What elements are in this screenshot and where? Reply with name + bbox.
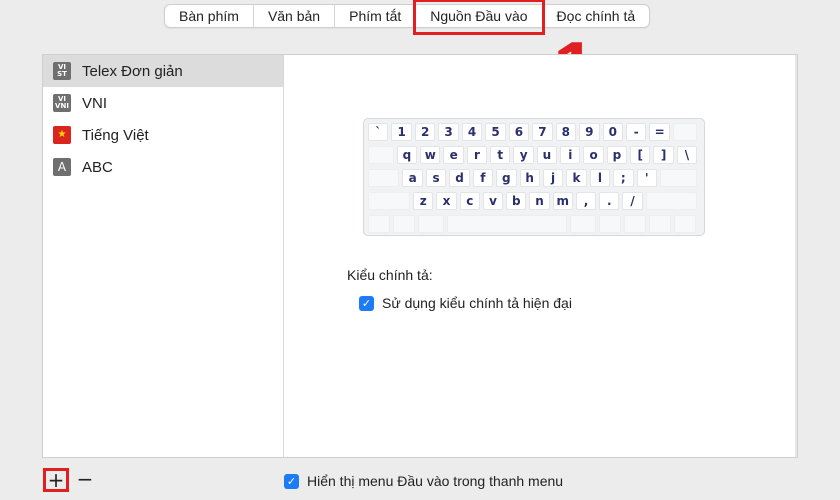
keyboard-modifier-key [368,215,390,233]
keyboard-key: w [420,146,441,164]
keyboard-key: p [606,146,628,164]
keyboard-modifier-key [447,215,567,233]
checkbox-checked-icon[interactable]: ✓ [284,473,299,489]
keyboard-key: x [436,192,457,210]
keyboard-row-2: q w e r t y u i o p[] \ [368,146,700,166]
keyboard-key: . [599,192,620,210]
tab-input-sources[interactable]: Nguồn Đầu vào [413,0,545,35]
keyboard-modifier-key [599,215,621,233]
keyboard-key: m [552,192,573,210]
keyboard-key: b [506,192,527,210]
keyboard-modifier-key [418,215,444,233]
keyboard-key: ] [653,146,674,164]
keyboard-key: 1 [391,123,412,141]
keyboard-key: k [566,169,587,187]
add-input-source-button[interactable]: + [43,468,69,492]
source-item-telex[interactable]: VI ST Telex Đơn giản [43,55,283,87]
keyboard-key: f [472,169,494,187]
keyboard-key: ; [613,169,634,187]
keyboard-key: g [496,169,517,187]
keyboard-layout-preview: ` 1 2 3 4 5 6 7 8 9 0- = q w e r t y u i o p[] \ a s d f g h j k l; ' … [363,118,705,236]
keyboard-key: ` [368,123,389,141]
vi-vni-icon: VI VNI [53,94,71,112]
keyboard-key: z [413,192,434,210]
source-item-label: Tiếng Việt [82,126,149,144]
modern-spelling-label: Sử dụng kiểu chính tả hiện đại [382,295,572,311]
keyboard-key: i [560,146,581,164]
keyboard-key: / [622,192,643,210]
keyboard-key: j [542,169,564,187]
keyboard-key: t [490,146,511,164]
keyboard-modifier-key [645,192,697,210]
keyboard-key: 2 [414,123,436,141]
keyboard-key: 4 [461,123,483,141]
keyboard-key: [ [630,146,651,164]
source-item-abc[interactable]: A ABC [43,151,283,183]
show-input-menu-option[interactable]: ✓ Hiển thị menu Đầu vào trong thanh menu [284,473,563,489]
source-item-vni[interactable]: VI VNI VNI [43,87,283,119]
modern-spelling-option[interactable]: ✓ Sử dụng kiểu chính tả hiện đại [359,295,572,311]
keyboard-key: u [536,146,558,164]
keyboard-key: d [449,169,470,187]
keyboard-row-5 [368,215,700,235]
keyboard-row-3: a s d f g h j k l; ' [368,169,700,189]
keyboard-key: = [649,123,670,141]
keyboard-key: e [443,146,464,164]
keyboard-key: v [482,192,504,210]
source-item-label: Telex Đơn giản [82,62,183,80]
scrollbar-track[interactable] [795,55,797,457]
keyboard-key: 5 [485,123,506,141]
keyboard-key: 7 [532,123,553,141]
keyboard-row-4: z x c v b n m,. / [368,192,700,212]
keyboard-key: 6 [508,123,530,141]
spelling-style-label: Kiểu chính tả: [347,267,433,283]
keyboard-modifier-key [368,192,411,210]
keyboard-modifier-key [674,215,696,233]
keyboard-key: 0 [602,123,623,141]
tab-shortcuts[interactable]: Phím tắt [335,5,417,27]
show-input-menu-label: Hiển thị menu Đầu vào trong thanh menu [307,473,564,489]
letter-a-icon: A [53,158,71,176]
tab-keyboard[interactable]: Bàn phím [165,5,254,27]
keyboard-key: n [529,192,550,210]
keyboard-modifier-key [393,215,415,233]
keyboard-row-1: ` 1 2 3 4 5 6 7 8 9 0- = [368,123,700,143]
keyboard-key: , [575,192,597,210]
tab-text[interactable]: Văn bản [254,5,336,27]
checkbox-checked-icon[interactable]: ✓ [359,295,374,311]
keyboard-modifier-key [570,215,596,233]
keyboard-modifier-key [659,169,697,187]
keyboard-key: a [402,169,423,187]
keyboard-key: h [519,169,540,187]
keyboard-modifier-key [368,146,394,164]
vi-st-icon: VI ST [53,62,71,80]
source-item-vietnamese[interactable]: ★ Tiếng Việt [43,119,283,151]
keyboard-key: r [466,146,488,164]
keyboard-key: c [459,192,480,210]
keyboard-modifier-key [368,169,400,187]
remove-input-source-button[interactable]: − [74,469,96,490]
tab-dictation[interactable]: Đọc chính tả [543,5,650,27]
keyboard-key: - [625,123,647,141]
keyboard-key: \ [676,146,698,164]
keyboard-key: s [425,169,447,187]
keyboard-modifier-key [624,215,646,233]
source-item-label: VNI [82,94,108,112]
input-source-detail: ` 1 2 3 4 5 6 7 8 9 0- = q w e r t y u i o p[] \ a s d f g h j k l; ' … [285,55,797,457]
keyboard-key: q [396,146,418,164]
input-source-list: VI ST Telex Đơn giản VI VNI VNI ★ Tiếng Vi… [43,55,284,457]
keyboard-modifier-key [649,215,671,233]
keyboard-key: y [513,146,534,164]
vietnam-flag-icon: ★ [53,126,71,144]
keyboard-key: ' [636,169,657,187]
keyboard-key: 3 [438,123,459,141]
keyboard-key: 8 [555,123,577,141]
keyboard-key: o [583,146,604,164]
keyboard-key: 9 [579,123,600,141]
source-item-label: ABC [82,158,113,176]
input-sources-pane: VI ST Telex Đơn giản VI VNI VNI ★ Tiếng Vi… [42,54,798,458]
keyboard-key: l [589,169,611,187]
keyboard-modifier-key [672,123,698,141]
